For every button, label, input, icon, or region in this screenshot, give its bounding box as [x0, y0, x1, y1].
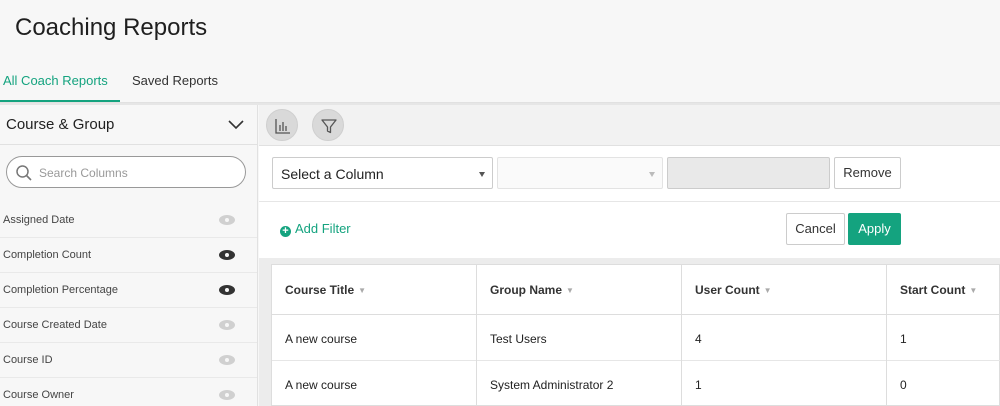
- column-item-assigned-date[interactable]: Assigned Date: [0, 203, 257, 238]
- table-header: Course Title ▼ Group Name ▼ User Count ▼ St…: [272, 265, 1000, 315]
- search-columns-input[interactable]: [39, 164, 234, 182]
- sidebar-header[interactable]: Course & Group: [0, 105, 257, 145]
- column-item-label: Course ID: [3, 354, 53, 366]
- sort-icon: ▼: [358, 286, 367, 295]
- caret-down-icon: [649, 172, 655, 177]
- table-cell: System Administrator 2: [477, 361, 682, 406]
- column-header-label: User Count: [695, 283, 760, 297]
- sort-icon: ▼: [763, 286, 772, 295]
- column-item-completion-percentage[interactable]: Completion Percentage: [0, 273, 257, 308]
- table-cell: 1: [900, 332, 907, 346]
- sidebar-header-label: Course & Group: [6, 116, 115, 133]
- remove-button[interactable]: Remove: [834, 157, 901, 189]
- table-row[interactable]: A new course System Administrator 2 1 0: [272, 361, 1000, 406]
- operator-select[interactable]: [497, 157, 663, 189]
- column-sidebar: Course & Group Assigned Date Completion …: [0, 105, 258, 406]
- sort-icon: ▼: [969, 286, 978, 295]
- table-row[interactable]: A new course Test Users 4 1: [272, 315, 1000, 361]
- page-title: Coaching Reports: [15, 14, 208, 41]
- eye-icon[interactable]: [218, 214, 236, 226]
- filter-icon: [321, 119, 337, 134]
- search-icon: [16, 165, 32, 181]
- eye-icon[interactable]: [218, 389, 236, 401]
- column-header-start-count[interactable]: Start Count ▼: [887, 265, 1000, 315]
- column-header-label: Start Count: [900, 283, 966, 297]
- caret-down-icon: [479, 172, 485, 177]
- table-cell: A new course: [272, 361, 477, 406]
- tab-saved-reports[interactable]: Saved Reports: [132, 66, 218, 102]
- tab-all-coach-reports[interactable]: All Coach Reports: [0, 66, 120, 102]
- column-header-label: Course Title: [285, 283, 355, 297]
- column-select-value: Select a Column: [281, 166, 384, 182]
- table-cell: 0: [900, 378, 907, 392]
- column-item-course-owner[interactable]: Course Owner: [0, 378, 257, 406]
- eye-icon[interactable]: [218, 319, 236, 331]
- column-item-label: Assigned Date: [3, 214, 75, 226]
- table-container: Course Title ▼ Group Name ▼ User Count ▼ St…: [259, 258, 1000, 406]
- column-header-group-name[interactable]: Group Name ▼: [477, 265, 682, 315]
- table-cell: Test Users: [477, 315, 682, 361]
- chart-button[interactable]: [266, 109, 298, 141]
- plus-circle-icon: +: [280, 226, 291, 237]
- column-header-label: Group Name: [490, 283, 563, 297]
- column-select[interactable]: Select a Column: [272, 157, 493, 189]
- report-tabs: All Coach Reports Saved Reports: [0, 66, 1000, 103]
- table-cell: 4: [682, 315, 887, 361]
- report-toolbar: [259, 105, 1000, 146]
- bar-chart-icon: [275, 119, 290, 134]
- column-item-course-created-date[interactable]: Course Created Date: [0, 308, 257, 343]
- column-header-user-count[interactable]: User Count ▼: [682, 265, 887, 315]
- filter-button[interactable]: [312, 109, 344, 141]
- column-item-completion-count[interactable]: Completion Count: [0, 238, 257, 273]
- chevron-down-icon[interactable]: [227, 117, 245, 131]
- column-item-label: Course Created Date: [3, 319, 107, 331]
- column-item-course-id[interactable]: Course ID: [0, 343, 257, 378]
- report-table: Course Title ▼ Group Name ▼ User Count ▼ St…: [271, 264, 1000, 406]
- add-filter-label: Add Filter: [295, 221, 351, 236]
- report-main: Select a Column Remove + Add Filter Cance…: [259, 105, 1000, 406]
- search-columns-field: [6, 156, 246, 188]
- add-filter-link[interactable]: + Add Filter: [280, 221, 351, 237]
- eye-icon[interactable]: [218, 284, 236, 296]
- eye-icon[interactable]: [218, 249, 236, 261]
- table-cell: A new course: [272, 315, 477, 361]
- column-item-label: Course Owner: [3, 389, 74, 401]
- table-cell: 1: [682, 361, 887, 406]
- apply-button[interactable]: Apply: [848, 213, 901, 245]
- cancel-button[interactable]: Cancel: [786, 213, 845, 245]
- sort-icon: ▼: [566, 286, 574, 295]
- column-item-label: Completion Percentage: [3, 284, 118, 296]
- column-list: Assigned Date Completion Count Completio…: [0, 203, 257, 406]
- eye-icon[interactable]: [218, 354, 236, 366]
- filter-divider: [259, 201, 1000, 202]
- column-item-label: Completion Count: [3, 249, 92, 261]
- column-header-course-title[interactable]: Course Title ▼: [272, 265, 477, 315]
- filter-value-input[interactable]: [667, 157, 830, 189]
